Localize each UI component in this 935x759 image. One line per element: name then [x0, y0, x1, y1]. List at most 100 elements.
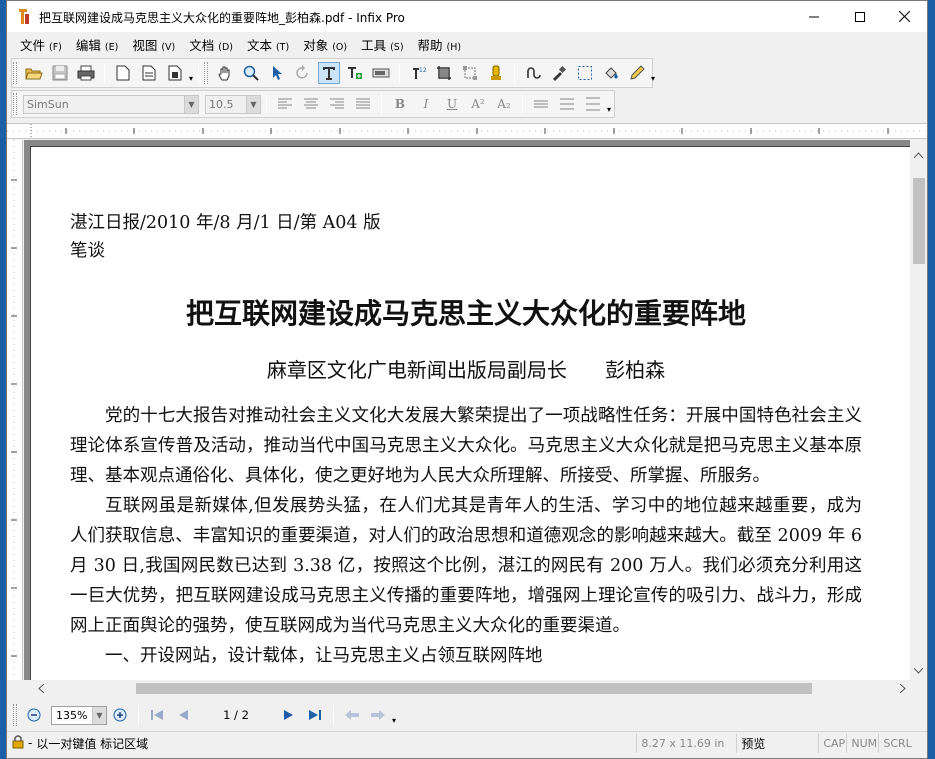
menu-text[interactable]: 文本 (T): [242, 35, 294, 54]
scroll-right-icon[interactable]: [894, 680, 911, 697]
print-button[interactable]: [75, 62, 97, 84]
vertical-scrollbar[interactable]: [910, 140, 927, 680]
menu-view[interactable]: 视图 (V): [127, 35, 180, 54]
chevron-down-icon[interactable]: ▼: [184, 95, 198, 113]
zoom-out-button[interactable]: [23, 704, 45, 726]
horizontal-scrollbar[interactable]: [24, 680, 910, 697]
toolbar-overflow-button[interactable]: ▾: [392, 716, 396, 725]
menu-document[interactable]: 文档 (D): [184, 35, 238, 54]
format-toolbar-row: SimSun ▼ 10.5 ▼ B I U A² A₂ ▾: [7, 89, 611, 119]
title-bar[interactable]: 把互联网建设成马克思主义大众化的重要阵地_彭柏森.pdf - Infix Pro: [7, 1, 927, 32]
back-view-button[interactable]: [341, 704, 363, 726]
menu-object[interactable]: 对象 (O): [298, 35, 352, 54]
link-icon: [527, 67, 541, 79]
text-tool-button[interactable]: [318, 62, 341, 84]
line-spacing-medium-button[interactable]: [556, 93, 578, 115]
bold-button[interactable]: B: [389, 93, 411, 115]
horizontal-ruler[interactable]: [7, 123, 927, 139]
maximize-button[interactable]: [837, 1, 883, 32]
font-size-select[interactable]: 10.5 ▼: [205, 94, 261, 114]
italic-button[interactable]: I: [415, 93, 437, 115]
eyedropper-button[interactable]: [548, 62, 570, 84]
link-button[interactable]: [522, 62, 544, 84]
toolbar-overflow-button[interactable]: ▾: [607, 105, 611, 114]
spell-button[interactable]: 123: [407, 62, 429, 84]
document-viewport[interactable]: 湛江日报/2010 年/8 月/1 日/第 A04 版 笔谈 把互联网建设成马克…: [24, 140, 910, 680]
fill-button[interactable]: [600, 62, 622, 84]
open-button[interactable]: [23, 62, 45, 84]
chevron-down-icon[interactable]: ▼: [92, 706, 106, 724]
article-author[interactable]: 麻章区文化广电新闻出版局副局长 彭柏森: [70, 354, 862, 383]
forward-view-button[interactable]: [367, 704, 389, 726]
select-tool-button[interactable]: [266, 62, 288, 84]
zoom-icon: [243, 65, 259, 81]
font-family-select[interactable]: SimSun ▼: [23, 94, 199, 114]
vertical-ruler[interactable]: [7, 140, 23, 680]
print-icon: [77, 65, 95, 81]
first-page-icon: [151, 710, 163, 720]
stamp-button[interactable]: [485, 62, 507, 84]
rotate-button[interactable]: [292, 62, 314, 84]
save-button[interactable]: [49, 62, 71, 84]
paragraph[interactable]: 党的十七大报告对推动社会主义文化大发展大繁荣提出了一项战略性任务：开展中国特色社…: [70, 401, 862, 491]
page-indicator[interactable]: 1 / 2: [206, 708, 266, 722]
select-arrow-icon: [273, 66, 283, 80]
hand-tool-button[interactable]: [214, 62, 236, 84]
rect-select-button[interactable]: [574, 62, 596, 84]
menu-tools[interactable]: 工具 (S): [356, 35, 408, 54]
underline-button[interactable]: U: [441, 93, 463, 115]
toolbar-grip[interactable]: [13, 704, 17, 726]
column-line[interactable]: 笔谈: [70, 237, 870, 265]
scroll-up-icon[interactable]: [910, 146, 927, 163]
chevron-down-icon[interactable]: ▼: [246, 95, 260, 113]
line-spacing-wide-button[interactable]: [582, 93, 604, 115]
previous-page-button[interactable]: [172, 704, 194, 726]
add-text-button[interactable]: [344, 62, 366, 84]
align-right-button[interactable]: [326, 93, 348, 115]
toolbar-overflow-button[interactable]: ▾: [651, 74, 655, 83]
toolbar-grip[interactable]: [13, 62, 17, 84]
align-center-button[interactable]: [300, 93, 322, 115]
zoom-select[interactable]: 135% ▼: [51, 705, 107, 725]
scroll-down-icon[interactable]: [910, 662, 927, 679]
pencil-button[interactable]: [626, 62, 648, 84]
toolbar-overflow-button[interactable]: ▾: [189, 74, 193, 83]
toolbar-grip[interactable]: [13, 93, 17, 115]
paragraph[interactable]: 互联网虽是新媒体,但发展势头猛，在人们尤其是青年人的生活、学习中的地位越来越重要…: [70, 491, 862, 641]
line-spacing-single-button[interactable]: [530, 93, 552, 115]
scroll-left-icon[interactable]: [32, 680, 49, 697]
zoom-in-button[interactable]: [109, 704, 131, 726]
save-icon: [52, 65, 68, 81]
transform-button[interactable]: [459, 62, 481, 84]
menu-file[interactable]: 文件 (F): [15, 35, 67, 54]
paragraph[interactable]: 一、开设网站，设计载体，让马克思主义占领互联网阵地: [70, 641, 862, 671]
last-page-button[interactable]: [304, 704, 326, 726]
horizontal-scroll-thumb[interactable]: [136, 683, 812, 694]
close-button[interactable]: [881, 1, 927, 32]
article-title[interactable]: 把互联网建设成马克思主义大众化的重要阵地: [70, 292, 862, 332]
next-page-button[interactable]: [278, 704, 300, 726]
align-left-button[interactable]: [274, 93, 296, 115]
next-page-icon: [284, 710, 293, 720]
source-line[interactable]: 湛江日报/2010 年/8 月/1 日/第 A04 版: [70, 209, 870, 237]
field-button[interactable]: [370, 62, 392, 84]
crop-button[interactable]: [433, 62, 455, 84]
superscript-button[interactable]: A²: [467, 93, 489, 115]
new-page-button[interactable]: [112, 62, 134, 84]
minimize-button[interactable]: [791, 1, 837, 32]
lock-icon: [12, 734, 24, 752]
page-button[interactable]: [138, 62, 160, 84]
menu-edit[interactable]: 编辑 (E): [71, 35, 123, 54]
zoom-tool-button[interactable]: [240, 62, 262, 84]
first-page-button[interactable]: [146, 704, 168, 726]
pdf-page[interactable]: 湛江日报/2010 年/8 月/1 日/第 A04 版 笔谈 把互联网建设成马克…: [30, 146, 910, 680]
toolbar-separator: [399, 63, 401, 83]
vertical-scroll-thumb[interactable]: [913, 178, 925, 264]
app-icon: [19, 9, 29, 24]
ruler-ticks: [11, 140, 17, 680]
menu-help[interactable]: 帮助 (H): [413, 35, 467, 54]
page-properties-button[interactable]: [164, 62, 186, 84]
toolbar-grip[interactable]: [204, 62, 209, 84]
align-justify-button[interactable]: [352, 93, 374, 115]
subscript-button[interactable]: A₂: [493, 93, 515, 115]
